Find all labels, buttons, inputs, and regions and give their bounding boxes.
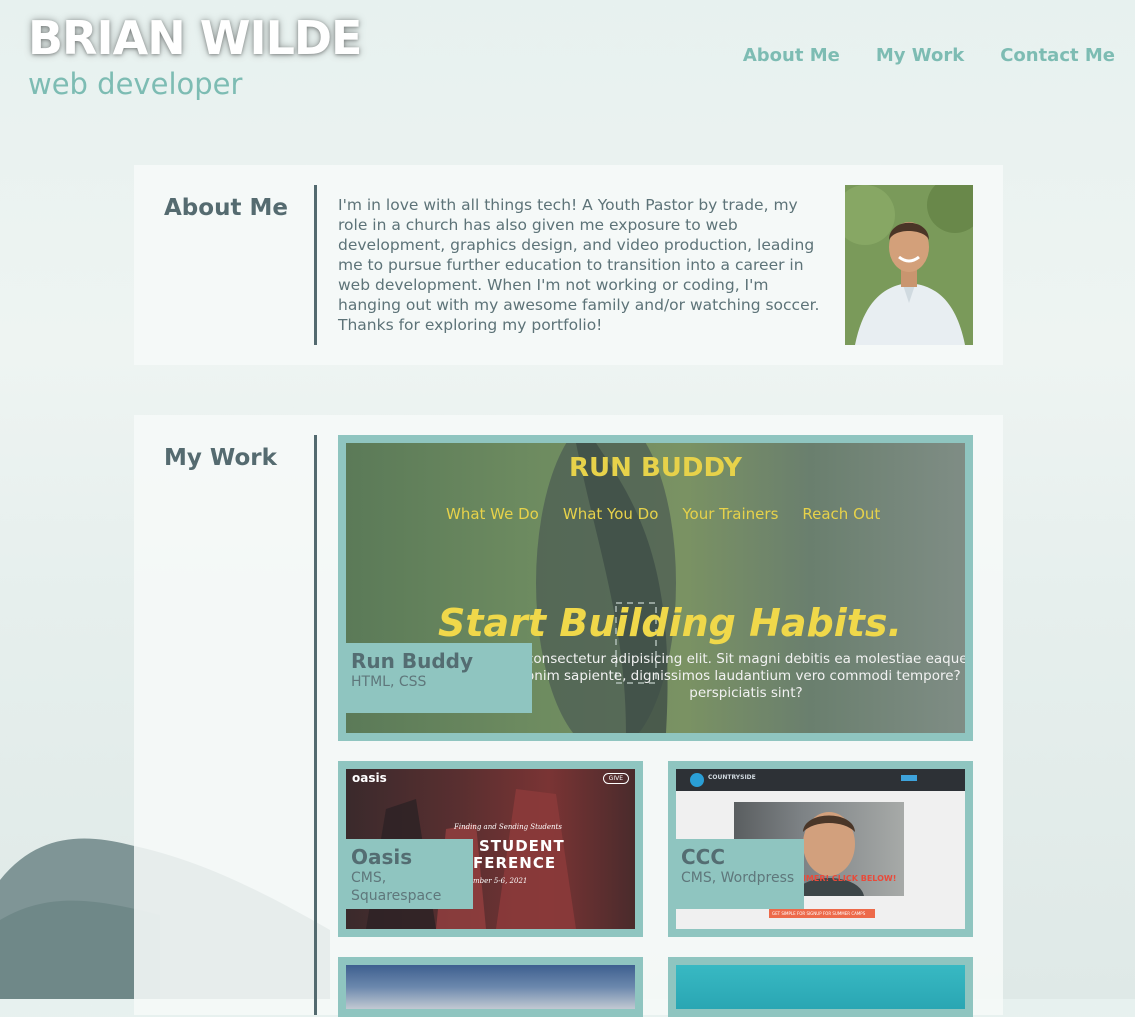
main-nav: About Me My Work Contact Me	[743, 45, 1115, 66]
about-divider	[314, 185, 317, 345]
nav-link-contact[interactable]: Contact Me	[1000, 45, 1115, 66]
project-screenshot	[346, 965, 635, 1009]
project-label: Run Buddy HTML, CSS	[346, 643, 532, 713]
site-subtitle: web developer	[28, 67, 243, 101]
oasis-script-text: Finding and Sending Students	[454, 823, 562, 831]
ccc-logo: COUNTRYSIDE	[708, 774, 756, 781]
run-buddy-body-line: onim sapiente, dignissimos laudantium ve…	[526, 668, 965, 684]
run-buddy-nav-item: Reach Out	[802, 505, 881, 523]
about-text: I'm in love with all things tech! A Yout…	[338, 196, 820, 334]
project-label: Oasis CMS, Squarespace	[346, 839, 473, 909]
site-name: BRIAN WILDE	[28, 11, 362, 65]
ccc-nav-button	[901, 775, 917, 781]
ccc-cta: GET SIMPLE FOR SIGNUP FOR SUMMER CAMPS	[769, 909, 875, 918]
about-section: About Me I'm in love with all things tec…	[134, 165, 1003, 365]
nav-link-work[interactable]: My Work	[876, 45, 964, 66]
site-header: BRIAN WILDE web developer About Me My Wo…	[0, 0, 1135, 150]
brand: BRIAN WILDE web developer	[28, 10, 362, 102]
run-buddy-brand: RUN BUDDY	[569, 453, 742, 483]
project-card-ccc[interactable]: COUNTRYSIDE THIS SUMMER! CLICK BELOW! GE…	[668, 761, 973, 937]
nav-link-about[interactable]: About Me	[743, 45, 840, 66]
project-tech: CMS, Squarespace	[351, 870, 442, 904]
run-buddy-body-line: consectetur adipisicing elit. Sit magni …	[526, 651, 965, 667]
project-card-oasis[interactable]: oasis GIVE Finding and Sending Students …	[338, 761, 643, 937]
run-buddy-nav-item: What You Do	[562, 505, 659, 523]
run-buddy-nav-item: What We Do	[446, 505, 539, 523]
project-title: CCC	[681, 845, 726, 869]
project-screenshot	[676, 965, 965, 1009]
project-screenshot: RUN BUDDY What We Do What You Do Your Tr…	[346, 443, 965, 733]
run-buddy-body: consectetur adipisicing elit. Sit magni …	[526, 651, 965, 702]
profile-photo-graphic	[845, 185, 973, 345]
oasis-date: mber 5-6, 2021	[473, 877, 528, 885]
project-title: Run Buddy	[351, 649, 473, 673]
about-title: About Me	[164, 195, 288, 221]
project-label: CCC CMS, Wordpress	[676, 839, 804, 909]
oasis-headline-2: FERENCE	[473, 854, 557, 872]
project-title: Oasis	[351, 845, 413, 869]
project-card-fourth[interactable]	[338, 957, 643, 1017]
work-divider	[314, 435, 317, 1015]
run-buddy-headline: Start Building Habits.	[438, 601, 902, 645]
run-buddy-body-line: perspiciatis sint?	[689, 685, 803, 701]
project-tech: HTML, CSS	[351, 674, 427, 690]
project-card-run-buddy[interactable]: RUN BUDDY What We Do What You Do Your Tr…	[338, 435, 973, 741]
run-buddy-nav: What We Do What You Do Your Trainers Rea…	[446, 505, 880, 523]
project-tech: CMS, Wordpress	[681, 870, 795, 886]
project-screenshot: oasis GIVE Finding and Sending Students …	[346, 769, 635, 929]
project-card-fifth[interactable]	[668, 957, 973, 1017]
work-section: My Work RUN BUDDY What We Do What You Do…	[134, 415, 1003, 1017]
oasis-logo: oasis	[352, 771, 387, 785]
run-buddy-nav-item: Your Trainers	[682, 505, 779, 523]
oasis-headline-1: STUDENT	[479, 837, 565, 855]
project-screenshot: COUNTRYSIDE THIS SUMMER! CLICK BELOW! GE…	[676, 769, 965, 929]
oasis-give-pill: GIVE	[602, 773, 629, 784]
profile-photo	[845, 185, 973, 345]
ccc-logo-icon	[690, 773, 704, 787]
work-title: My Work	[164, 445, 277, 471]
